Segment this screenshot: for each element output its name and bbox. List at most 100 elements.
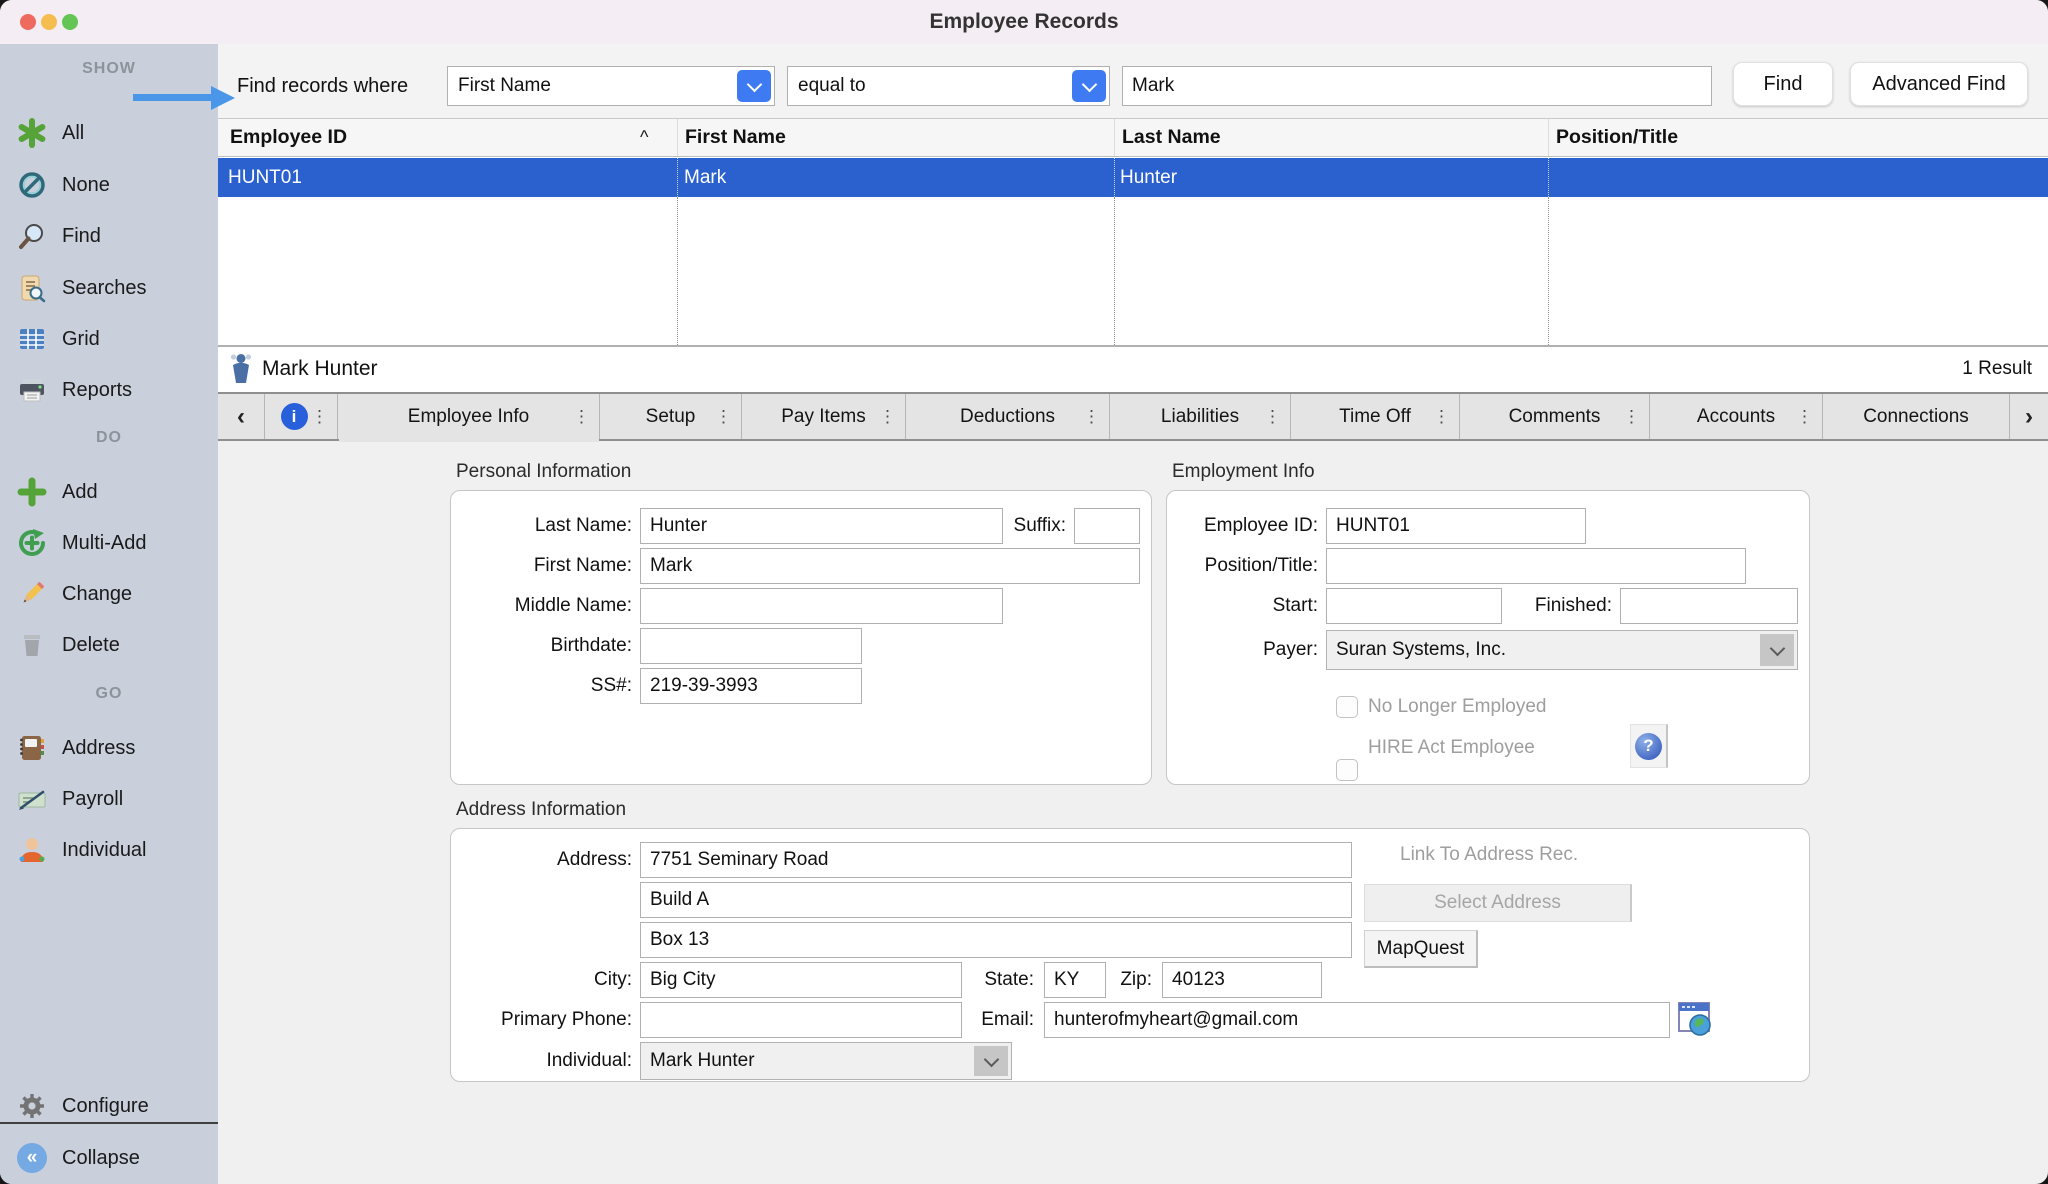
printer-icon xyxy=(16,374,48,406)
tabs-scroll-left-button[interactable]: ‹ xyxy=(218,394,265,439)
birthdate-field[interactable] xyxy=(640,628,862,664)
employee-id-field[interactable] xyxy=(1326,508,1586,544)
address-line3-field[interactable] xyxy=(640,922,1352,958)
plus-icon xyxy=(16,476,48,508)
middle-name-field[interactable] xyxy=(640,588,1003,624)
tab-connections[interactable]: Connections xyxy=(1823,394,2010,439)
last-name-field[interactable] xyxy=(640,508,1003,544)
sidebar-item-none[interactable]: None xyxy=(0,165,218,205)
hire-act-checkbox[interactable] xyxy=(1336,759,1358,781)
column-divider xyxy=(677,197,678,345)
select-address-button[interactable]: Select Address xyxy=(1364,884,1632,922)
mapquest-button[interactable]: MapQuest xyxy=(1364,930,1478,968)
tab-label: Liabilities xyxy=(1161,406,1239,428)
tab-accounts[interactable]: Accounts⋮ xyxy=(1650,394,1823,439)
tab-menu-dots-icon[interactable]: ⋮ xyxy=(879,407,896,427)
primary-phone-field[interactable] xyxy=(640,1002,962,1038)
field-select-value: First Name xyxy=(448,75,737,97)
payer-select[interactable]: Suran Systems, Inc. xyxy=(1326,630,1798,670)
no-longer-employed-checkbox[interactable] xyxy=(1336,696,1358,718)
advanced-find-button[interactable]: Advanced Find xyxy=(1850,62,2028,106)
tab-comments[interactable]: Comments⋮ xyxy=(1460,394,1650,439)
annotation-arrow-head xyxy=(211,86,235,110)
sidebar-item-individual[interactable]: Individual xyxy=(0,830,218,870)
ssn-field[interactable] xyxy=(640,668,862,704)
tab-employee-info[interactable]: Employee Info⋮ xyxy=(338,394,600,439)
sidebar-item-label: Delete xyxy=(62,634,120,657)
column-header-last-name[interactable]: Last Name xyxy=(1122,118,1221,157)
finished-label: Finished: xyxy=(1508,588,1612,624)
tab-menu-dots-icon[interactable]: ⋮ xyxy=(1623,407,1640,427)
individual-select[interactable]: Mark Hunter xyxy=(640,1042,1012,1080)
sidebar-item-add[interactable]: Add xyxy=(0,472,218,512)
state-field[interactable] xyxy=(1044,962,1106,998)
sidebar-item-all[interactable]: All xyxy=(0,113,218,153)
operator-select[interactable]: equal to xyxy=(787,66,1110,106)
email-label: Email: xyxy=(960,1002,1034,1038)
suffix-field[interactable] xyxy=(1074,508,1140,544)
employee-records-window: Employee Records SHOW All None Find Sear… xyxy=(0,0,2048,1184)
tab-setup[interactable]: Setup⋮ xyxy=(600,394,742,439)
pencil-icon xyxy=(16,578,48,610)
tab-menu-dots-icon[interactable]: ⋮ xyxy=(311,407,328,427)
finished-date-field[interactable] xyxy=(1620,588,1798,624)
city-field[interactable] xyxy=(640,962,962,998)
column-header-first-name[interactable]: First Name xyxy=(685,118,786,157)
sidebar-item-label: Multi-Add xyxy=(62,532,146,555)
sidebar-item-label: Change xyxy=(62,583,132,606)
first-name-field[interactable] xyxy=(640,548,1140,584)
sidebar-item-multi-add[interactable]: Multi-Add xyxy=(0,523,218,563)
person-icon xyxy=(16,834,48,866)
tab-menu-dots-icon[interactable]: ⋮ xyxy=(573,407,590,427)
sidebar-item-configure[interactable]: Configure xyxy=(0,1086,218,1126)
address-line1-field[interactable] xyxy=(640,842,1352,878)
active-tab-connector xyxy=(339,438,599,442)
find-button[interactable]: Find xyxy=(1733,62,1833,106)
start-label: Start: xyxy=(1166,588,1318,624)
chevron-down-icon xyxy=(737,70,771,102)
zip-field[interactable] xyxy=(1162,962,1322,998)
address-label: Address: xyxy=(450,842,632,878)
web-page-icon[interactable] xyxy=(1678,1000,1712,1043)
link-to-address-label: Link To Address Rec. xyxy=(1400,842,1578,868)
tab-menu-dots-icon[interactable]: ⋮ xyxy=(715,407,732,427)
start-date-field[interactable] xyxy=(1326,588,1502,624)
zip-label: Zip: xyxy=(1106,962,1152,998)
sidebar-item-label: Add xyxy=(62,481,98,504)
tabs-scroll-right-button[interactable]: › xyxy=(2010,394,2048,439)
tab-menu-dots-icon[interactable]: ⋮ xyxy=(1083,407,1100,427)
sidebar-item-address[interactable]: Address xyxy=(0,728,218,768)
sidebar-item-payroll[interactable]: Payroll xyxy=(0,779,218,819)
address-info-title: Address Information xyxy=(456,799,626,821)
tab-menu-dots-icon[interactable]: ⋮ xyxy=(1796,407,1813,427)
circular-plus-icon xyxy=(16,527,48,559)
sidebar-item-delete[interactable]: Delete xyxy=(0,625,218,665)
sort-ascending-icon[interactable]: ^ xyxy=(640,118,648,157)
hire-act-help-button[interactable]: ? xyxy=(1630,724,1668,768)
tab-menu-dots-icon[interactable]: ⋮ xyxy=(1433,407,1450,427)
tab-time-off[interactable]: Time Off⋮ xyxy=(1291,394,1460,439)
sidebar-item-find[interactable]: Find xyxy=(0,216,218,256)
tab-pay-items[interactable]: Pay Items⋮ xyxy=(742,394,906,439)
sidebar-section-do: DO xyxy=(0,429,218,453)
position-title-field[interactable] xyxy=(1326,548,1746,584)
sidebar-item-label: Configure xyxy=(62,1095,149,1118)
record-info-button[interactable]: i⋮ xyxy=(265,394,338,439)
address-line2-field[interactable] xyxy=(640,882,1352,918)
info-icon: i xyxy=(281,403,308,430)
column-header-position-title[interactable]: Position/Title xyxy=(1556,118,1678,157)
sidebar-item-label: Reports xyxy=(62,379,132,402)
search-input[interactable] xyxy=(1122,66,1712,106)
sidebar-item-collapse[interactable]: « Collapse xyxy=(0,1138,218,1178)
sidebar-item-reports[interactable]: Reports xyxy=(0,370,218,410)
sidebar-item-searches[interactable]: Searches xyxy=(0,268,218,308)
sidebar-item-change[interactable]: Change xyxy=(0,574,218,614)
field-select[interactable]: First Name xyxy=(447,66,775,106)
column-header-employee-id[interactable]: Employee ID xyxy=(230,118,347,157)
tab-menu-dots-icon[interactable]: ⋮ xyxy=(1264,407,1281,427)
tab-liabilities[interactable]: Liabilities ⋮ xyxy=(1110,394,1291,439)
email-field[interactable] xyxy=(1044,1002,1670,1038)
payer-value: Suran Systems, Inc. xyxy=(1327,639,1760,661)
tab-deductions[interactable]: Deductions⋮ xyxy=(906,394,1110,439)
sidebar-item-grid[interactable]: Grid xyxy=(0,319,218,359)
